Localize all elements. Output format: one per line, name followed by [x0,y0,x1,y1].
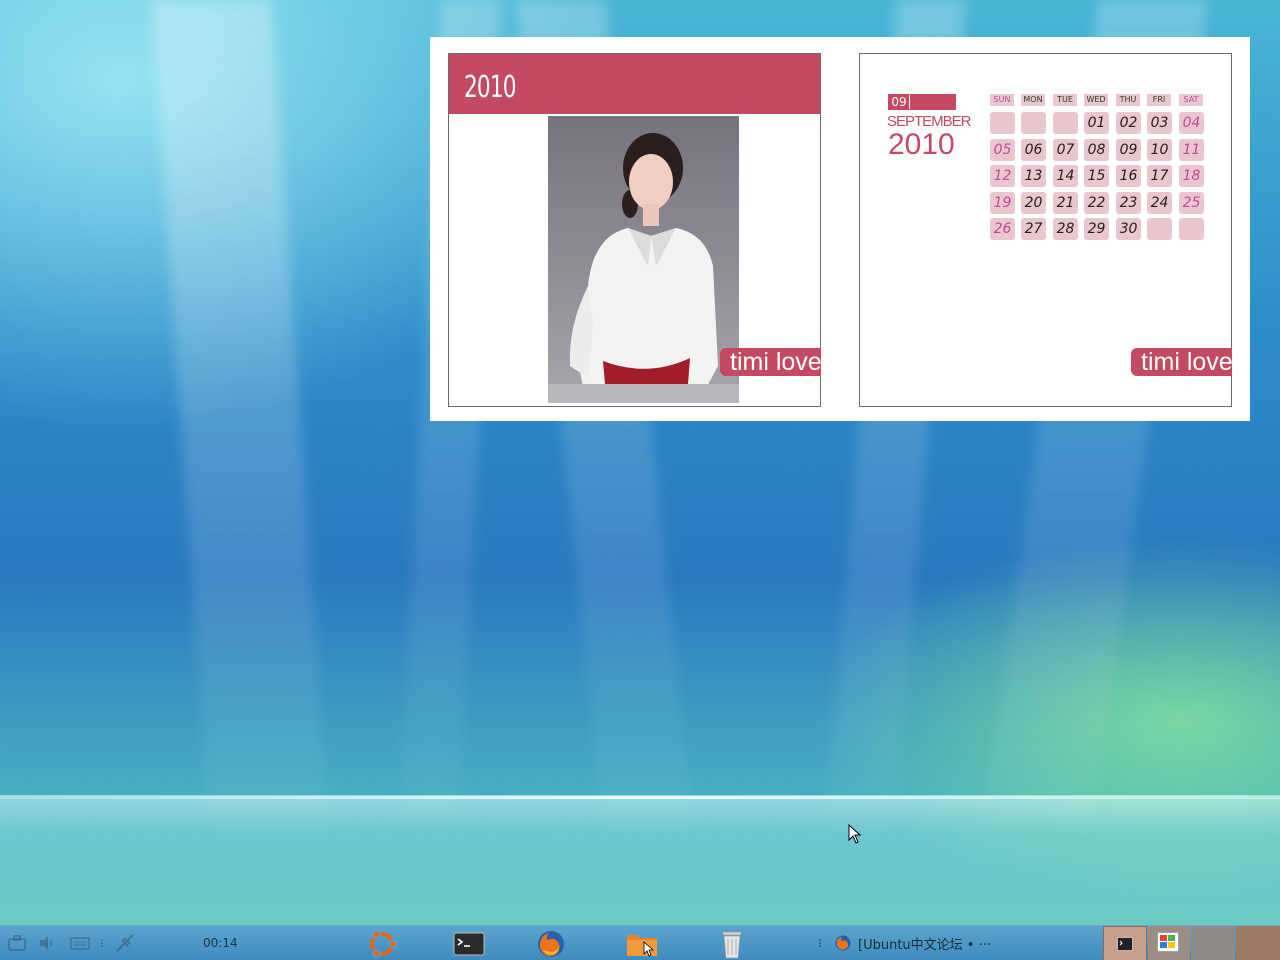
menu-dots-icon[interactable] [99,935,105,955]
portrait-photo [548,116,739,403]
calendar-day[interactable]: 12 [990,165,1015,187]
month-number-box: 09 [888,94,956,110]
calendar-empty-cell [1021,112,1046,134]
weekday-header: WED [1084,94,1108,106]
briefcase-icon[interactable] [8,935,26,955]
calendar-day[interactable]: 26 [990,218,1015,240]
terminal-task-icon [1117,937,1133,951]
calendar-day[interactable]: 11 [1179,138,1204,161]
firefox-icon[interactable] [535,928,567,960]
calendar-day[interactable]: 29 [1084,218,1109,240]
calendar-empty-cell [1179,218,1204,240]
calendar-day[interactable]: 04 [1179,112,1204,134]
weekday-header: SAT [1179,94,1203,106]
weekday-header: MON [1021,94,1045,106]
calendar-widget[interactable]: 2010 timi love 09 SEPTEMBER 2010 SUN MON… [430,37,1250,421]
calendar-day[interactable]: 15 [1084,165,1109,187]
month-year: 2010 [888,128,955,161]
calendar-day[interactable]: 28 [1053,218,1078,240]
calendar-day[interactable]: 21 [1053,191,1078,214]
calendar-day[interactable]: 20 [1021,191,1046,214]
weekday-header: SUN [990,94,1014,106]
workspace-switcher-1[interactable] [1191,926,1235,960]
trash-icon[interactable] [716,928,748,960]
calendar-day[interactable]: 19 [990,191,1015,214]
calendar-empty-cell [1147,218,1172,240]
calendar-day[interactable]: 08 [1084,138,1109,161]
windows-logo-icon [1157,932,1179,952]
photo-tag: timi love [720,348,822,376]
calendar-day[interactable]: 24 [1147,191,1172,214]
window-title: [Ubuntu中文论坛 • ··· [858,938,991,953]
calendar-day[interactable]: 25 [1179,191,1204,214]
calendar-day[interactable]: 10 [1147,138,1172,161]
photo-panel: 2010 timi love [448,53,822,407]
month-number: 09 [889,95,909,109]
calendar-day[interactable]: 18 [1179,165,1204,187]
calendar-day[interactable]: 17 [1147,165,1172,187]
calendar-day[interactable]: 02 [1116,112,1141,134]
calendar-day[interactable]: 30 [1116,218,1141,240]
calendar-day[interactable]: 22 [1084,191,1109,214]
keyboard-icon[interactable] [70,935,90,955]
calendar-day[interactable]: 13 [1021,165,1046,187]
calendar-day[interactable]: 06 [1021,138,1046,161]
workspace-switcher-2[interactable] [1236,926,1280,960]
calendar-day[interactable]: 27 [1021,218,1046,240]
calendar-empty-cell [1053,112,1078,134]
terminal-task[interactable] [1103,926,1147,960]
calendar-day[interactable]: 01 [1084,112,1109,134]
calendar-day[interactable]: 09 [1116,138,1141,161]
separator-dots-icon [818,935,822,955]
firefox-window-task[interactable]: [Ubuntu中文论坛 • ··· [830,926,1000,960]
clock[interactable]: 00:14 [203,936,238,950]
calendar-day[interactable]: 07 [1053,138,1078,161]
weekday-header: FRI [1147,94,1171,106]
calendar-day[interactable]: 05 [990,138,1015,161]
terminal-icon[interactable] [453,928,485,960]
taskbar: 00:14 [Ubuntu中文论坛 • ··· [0,925,1280,960]
calendar-tag: timi love [1131,348,1233,376]
calendar-day[interactable]: 03 [1147,112,1172,134]
mouse-cursor [848,824,862,844]
network-plug-icon[interactable] [114,932,136,958]
photo-year-band: 2010 [449,54,820,114]
calendar-empty-cell [990,112,1015,134]
calendar-day[interactable]: 14 [1053,165,1078,187]
volume-icon[interactable] [38,935,56,955]
photo-year: 2010 [464,70,517,105]
portrait-illustration [548,133,739,403]
month-panel: 09 SEPTEMBER 2010 SUN MON TUE WED THU FRI SAT 0… [859,53,1233,407]
file-manager-icon[interactable] [626,928,658,960]
weekday-header: THU [1116,94,1140,106]
windows-task[interactable] [1148,926,1190,960]
weekday-header: TUE [1053,94,1077,106]
ubuntu-logo-icon[interactable] [366,928,398,960]
calendar-day[interactable]: 16 [1116,165,1141,187]
calendar-day[interactable]: 23 [1116,191,1141,214]
